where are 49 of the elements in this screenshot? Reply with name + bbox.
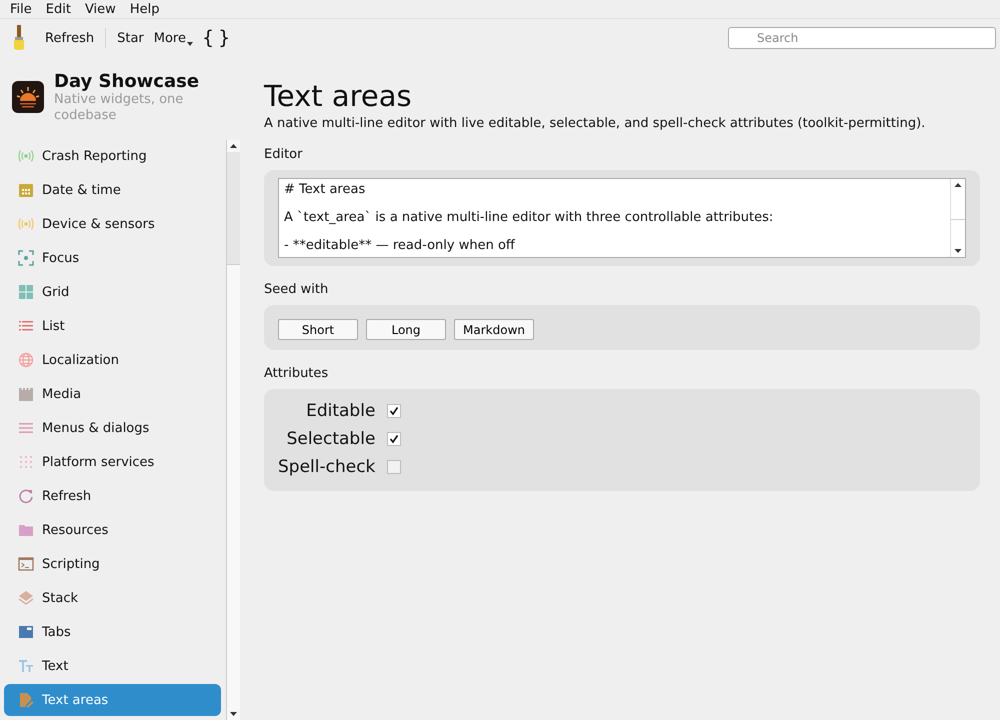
- sidebar-item[interactable]: Crash Reporting: [4, 140, 221, 172]
- section-label: Editor: [264, 147, 304, 162]
- sidebar-item[interactable]: Focus: [4, 242, 221, 274]
- seed-button[interactable]: Long: [366, 319, 446, 340]
- section-label: Attributes: [264, 366, 330, 381]
- sidebar-item[interactable]: Media: [4, 378, 221, 410]
- page-description: A native multi-line editor with live editable, selectable, and spell-check attributes (toolkit-permitting).: [264, 116, 926, 131]
- sidebar-item[interactable]: Platform services: [4, 446, 221, 478]
- sidebar-item[interactable]: Grid: [4, 276, 221, 308]
- sidebar-item[interactable]: Text: [4, 650, 221, 682]
- sidebar-item[interactable]: Date & time: [4, 174, 221, 206]
- checkbox[interactable]: [387, 460, 402, 474]
- page-title: Text areas: [264, 79, 413, 113]
- sidebar-item[interactable]: Text areas: [4, 684, 221, 716]
- menu-item[interactable]: Help: [122, 2, 166, 16]
- checkbox[interactable]: [387, 432, 402, 446]
- sidebar-item[interactable]: Menus & dialogs: [4, 412, 221, 444]
- attribute-label: Selectable: [286, 429, 376, 449]
- sidebar-item[interactable]: Localization: [4, 344, 221, 376]
- checkbox[interactable]: [387, 404, 402, 418]
- seed-button[interactable]: Markdown: [454, 319, 534, 340]
- menu-item[interactable]: Edit: [38, 2, 78, 16]
- scrollbar-thumb[interactable]: [227, 152, 240, 265]
- text-area[interactable]: # Text areas A `text_area` is a native multi-line editor with three controllable attributes: - **editable** — read-only when off: [278, 178, 966, 258]
- menu-item[interactable]: File: [3, 2, 39, 16]
- sidebar-item[interactable]: Scripting: [4, 548, 221, 580]
- braces-button[interactable]: { }: [198, 27, 234, 49]
- paintbrush-icon[interactable]: [12, 25, 26, 51]
- caret-icon: [187, 42, 193, 46]
- seed-button[interactable]: Short: [278, 319, 358, 340]
- attribute-label: Spell-check: [278, 457, 376, 477]
- star-button[interactable]: Star: [112, 30, 149, 46]
- sidebar-item[interactable]: Refresh: [4, 480, 221, 512]
- sidebar-item[interactable]: Resources: [4, 514, 221, 546]
- search-field[interactable]: Search: [728, 27, 996, 49]
- app-title: Day Showcase: [54, 71, 200, 92]
- sidebar-item[interactable]: Stack: [4, 582, 221, 614]
- menu-item[interactable]: View: [78, 2, 123, 16]
- sidebar-item[interactable]: Device & sensors: [4, 208, 221, 240]
- refresh-button[interactable]: Refresh: [40, 30, 100, 46]
- scrollbar[interactable]: [950, 179, 965, 257]
- sidebar-item[interactable]: List: [4, 310, 221, 342]
- sunset-logo-icon: [12, 81, 44, 113]
- section-label: Seed with: [264, 282, 330, 297]
- app-subtitle: Native widgets, one codebase: [54, 92, 184, 124]
- scrollbar[interactable]: [226, 140, 240, 720]
- sidebar-item[interactable]: Tabs: [4, 616, 221, 648]
- more-button[interactable]: More: [148, 30, 198, 46]
- attribute-label: Editable: [305, 401, 376, 421]
